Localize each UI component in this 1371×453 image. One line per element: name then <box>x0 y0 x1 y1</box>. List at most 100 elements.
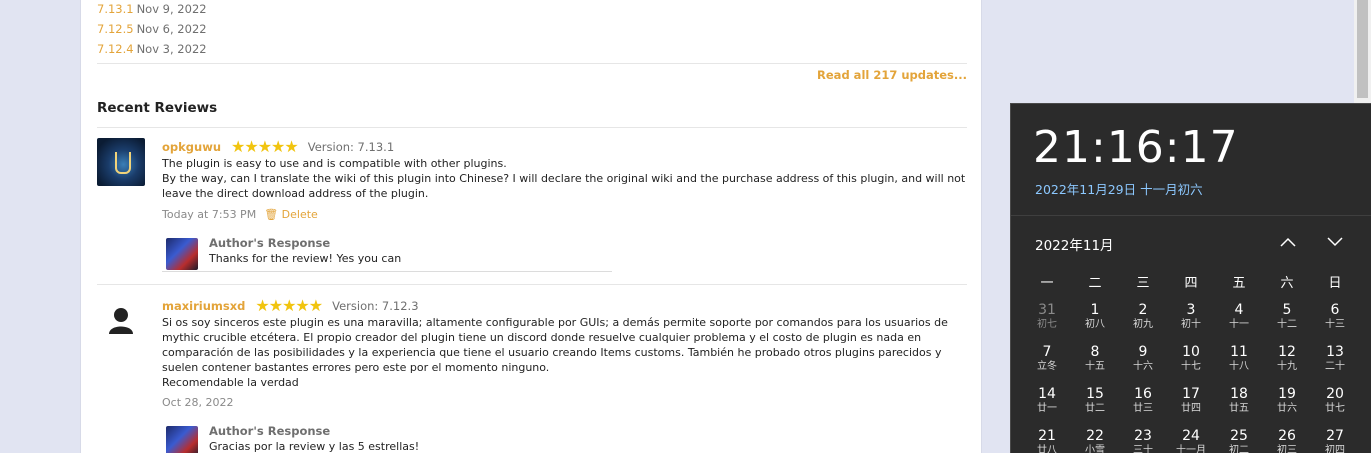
calendar-day[interactable]: 31 初七 <box>1023 302 1071 344</box>
calendar-lunar-date: 初十 <box>1181 319 1201 330</box>
review-paragraph: Recomendable la verdad <box>162 376 299 389</box>
calendar-day[interactable]: 5 十二 <box>1263 302 1311 344</box>
calendar-lunar-date: 小雪 <box>1085 445 1105 453</box>
calendar-lunar-date: 二十 <box>1325 361 1345 372</box>
default-user-icon <box>109 308 133 334</box>
calendar-weekday: 五 <box>1232 276 1246 291</box>
author-response: Author's Response Thanks for the review!… <box>162 234 612 272</box>
author-response-title: Author's Response <box>209 236 331 250</box>
divider <box>97 63 967 64</box>
scrollbar-thumb[interactable] <box>1357 0 1368 98</box>
calendar-day-number: 15 <box>1086 386 1104 402</box>
calendar-day[interactable]: 9 十六 <box>1119 344 1167 386</box>
calendar-weekday: 一 <box>1040 276 1054 291</box>
calendar-day[interactable]: 1 初八 <box>1071 302 1119 344</box>
update-entry[interactable]: 7.12.5 Nov 6, 2022 <box>97 22 207 36</box>
author-avatar[interactable] <box>166 426 198 453</box>
next-month-button[interactable] <box>1322 230 1348 254</box>
calendar-day-number: 5 <box>1282 302 1292 318</box>
calendar-day[interactable]: 26 初三 <box>1263 428 1311 453</box>
review-header: maxiriumsxd ★★★★★ Version: 7.12.3 <box>162 298 419 314</box>
reviewer-avatar[interactable] <box>97 138 145 186</box>
calendar-day-grid: 31 初七 1 初八 2 初九 3 初十 4 十一 5 十二 6 十三 7 立冬 8 十五 9 十六 10 十七 11 十八 1… <box>1023 302 1359 453</box>
update-version[interactable]: 7.12.5 <box>97 22 134 36</box>
calendar-lunar-date: 初九 <box>1133 319 1153 330</box>
calendar-day-number: 13 <box>1326 344 1344 360</box>
calendar-lunar-date: 三十 <box>1133 445 1153 453</box>
review-version: Version: 7.13.1 <box>307 140 395 154</box>
calendar-day[interactable]: 20 廿七 <box>1311 386 1359 428</box>
recent-reviews-heading: Recent Reviews <box>97 100 218 116</box>
calendar-day[interactable]: 3 初十 <box>1167 302 1215 344</box>
calendar-weekday: 日 <box>1328 276 1342 291</box>
update-entry[interactable]: 7.13.1 Nov 9, 2022 <box>97 2 207 16</box>
author-avatar[interactable] <box>166 238 198 270</box>
calendar-lunar-date: 十五 <box>1085 361 1105 372</box>
divider <box>97 284 967 285</box>
calendar-day[interactable]: 11 十八 <box>1215 344 1263 386</box>
calendar-day[interactable]: 10 十七 <box>1167 344 1215 386</box>
calendar-lunar-date: 十六 <box>1133 361 1153 372</box>
calendar-weekday: 四 <box>1184 276 1198 291</box>
read-all-updates-link[interactable]: Read all 217 updates... <box>817 68 967 82</box>
calendar-day[interactable]: 22 小雪 <box>1071 428 1119 453</box>
calendar-day[interactable]: 6 十三 <box>1311 302 1359 344</box>
calendar-day-number: 31 <box>1038 302 1056 318</box>
calendar-day[interactable]: 24 十一月 <box>1167 428 1215 453</box>
star-rating: ★★★★★ <box>255 296 323 315</box>
calendar-day-number: 23 <box>1134 428 1152 444</box>
review-paragraph: The plugin is easy to use and is compati… <box>162 157 507 170</box>
calendar-day-number: 26 <box>1278 428 1296 444</box>
reviewer-username[interactable]: maxiriumsxd <box>162 299 245 313</box>
calendar-day-number: 24 <box>1182 428 1200 444</box>
previous-month-button[interactable] <box>1275 230 1301 254</box>
reviewer-username[interactable]: opkguwu <box>162 140 221 154</box>
reviewer-avatar[interactable] <box>97 296 145 344</box>
calendar-day[interactable]: 19 廿六 <box>1263 386 1311 428</box>
update-version[interactable]: 7.13.1 <box>97 2 134 16</box>
review-meta: Oct 28, 2022 <box>162 396 234 409</box>
calendar-day[interactable]: 21 廿八 <box>1023 428 1071 453</box>
calendar-day[interactable]: 12 十九 <box>1263 344 1311 386</box>
calendar-day[interactable]: 27 初四 <box>1311 428 1359 453</box>
calendar-lunar-date: 廿二 <box>1085 403 1105 414</box>
author-response: Author's Response Gracias por la review … <box>162 422 612 453</box>
calendar-day-number: 8 <box>1090 344 1100 360</box>
calendar-lunar-date: 十九 <box>1277 361 1297 372</box>
calendar-day[interactable]: 4 十一 <box>1215 302 1263 344</box>
calendar-lunar-date: 立冬 <box>1037 361 1057 372</box>
calendar-month-label[interactable]: 2022年11月 <box>1035 234 1114 254</box>
update-date: Nov 3, 2022 <box>136 42 207 56</box>
calendar-lunar-date: 廿三 <box>1133 403 1153 414</box>
calendar-lunar-date: 廿一 <box>1037 403 1057 414</box>
calendar-day[interactable]: 16 廿三 <box>1119 386 1167 428</box>
calendar-day[interactable]: 13 二十 <box>1311 344 1359 386</box>
calendar-day[interactable]: 7 立冬 <box>1023 344 1071 386</box>
review-paragraph: Si os soy sinceros este plugin es una ma… <box>162 316 948 374</box>
update-version[interactable]: 7.12.4 <box>97 42 134 56</box>
calendar-day[interactable]: 18 廿五 <box>1215 386 1263 428</box>
review-header: opkguwu ★★★★★ Version: 7.13.1 <box>162 139 394 155</box>
delete-review-link[interactable]: 🗑 Delete <box>264 208 318 221</box>
calendar-day[interactable]: 17 廿四 <box>1167 386 1215 428</box>
review-text: Si os soy sinceros este plugin es una ma… <box>162 315 972 390</box>
calendar-day-number: 4 <box>1234 302 1244 318</box>
calendar-day[interactable]: 25 初二 <box>1215 428 1263 453</box>
calendar-weekday: 二 <box>1088 276 1102 291</box>
calendar-lunar-date: 十七 <box>1181 361 1201 372</box>
clock-date-link[interactable]: 2022年11月29日 十一月初六 <box>1035 179 1203 198</box>
calendar-day-number: 7 <box>1042 344 1052 360</box>
author-response-text: Gracias por la review y las 5 estrellas! <box>209 440 420 453</box>
update-entry[interactable]: 7.12.4 Nov 3, 2022 <box>97 42 207 56</box>
review-text: The plugin is easy to use and is compati… <box>162 156 972 201</box>
calendar-day[interactable]: 23 三十 <box>1119 428 1167 453</box>
calendar-day[interactable]: 14 廿一 <box>1023 386 1071 428</box>
calendar-lunar-date: 初四 <box>1325 445 1345 453</box>
calendar-lunar-date: 廿五 <box>1229 403 1249 414</box>
review-meta: Today at 7:53 PM 🗑 Delete <box>162 208 318 221</box>
calendar-day[interactable]: 2 初九 <box>1119 302 1167 344</box>
calendar-day[interactable]: 15 廿二 <box>1071 386 1119 428</box>
calendar-day-number: 14 <box>1038 386 1056 402</box>
calendar-day[interactable]: 8 十五 <box>1071 344 1119 386</box>
calendar-day-number: 3 <box>1186 302 1196 318</box>
